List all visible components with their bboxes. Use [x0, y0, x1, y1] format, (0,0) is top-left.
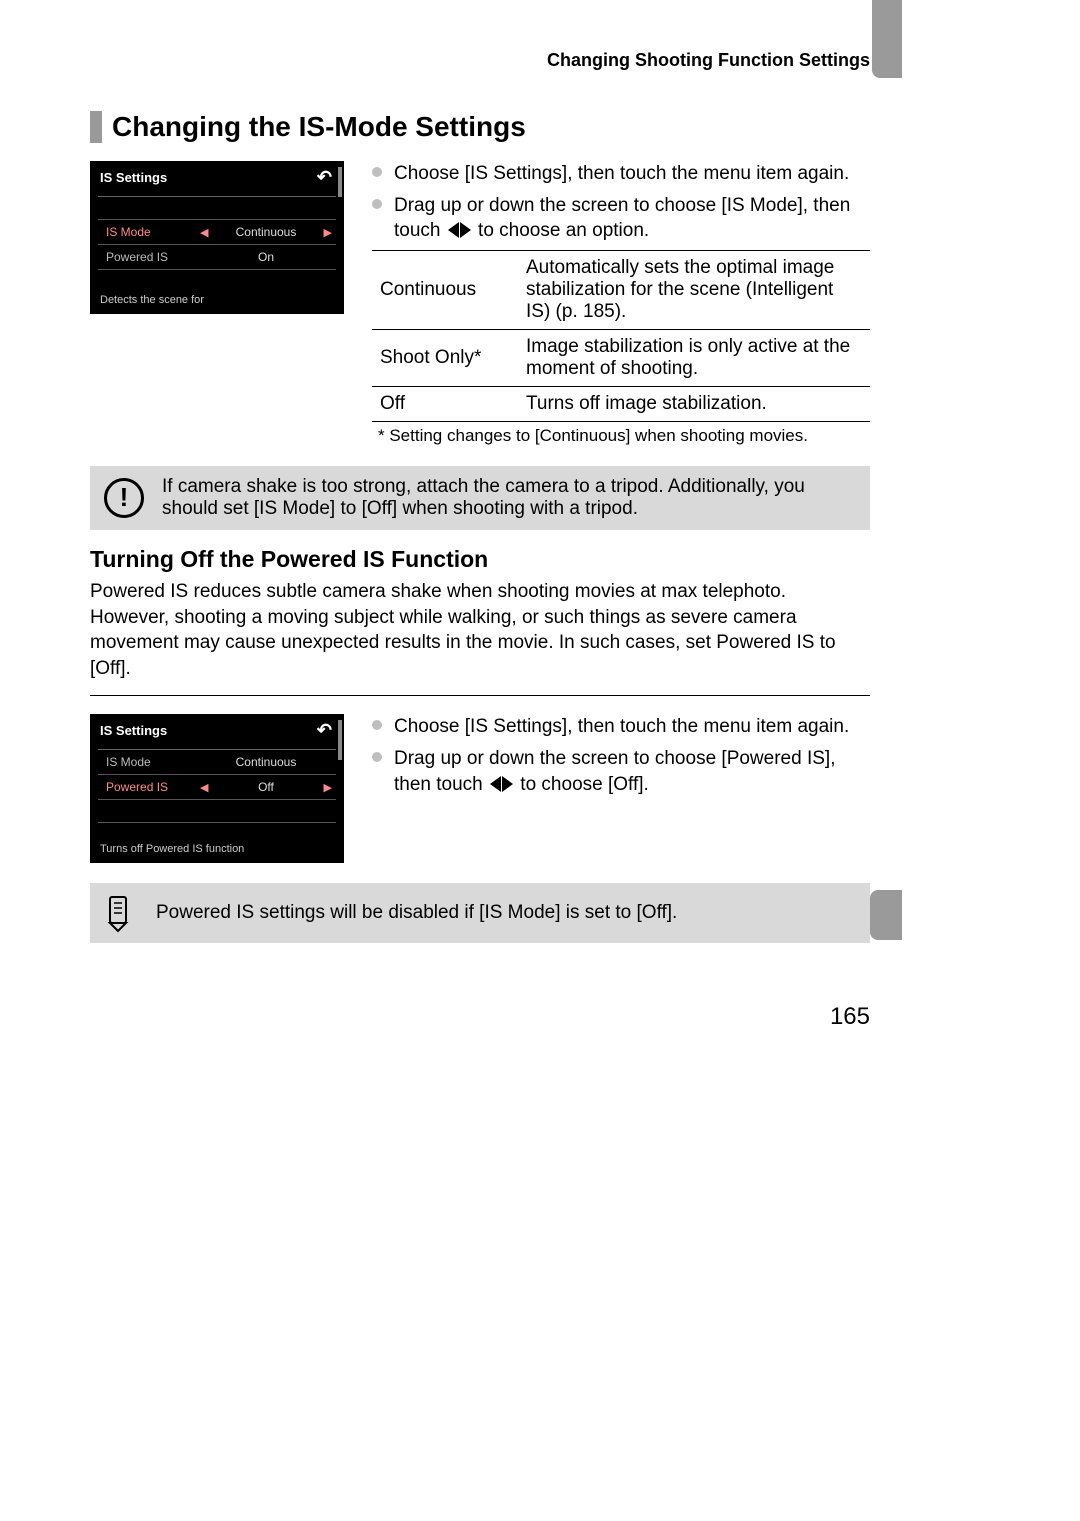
- instruction-list-2: Choose [IS Settings], then touch the men…: [372, 714, 870, 797]
- scroll-indicator: [338, 720, 342, 760]
- instruction-item: Choose [IS Settings], then touch the men…: [372, 161, 870, 187]
- page-number: 165: [90, 1003, 870, 1031]
- note-callout: Powered IS settings will be disabled if …: [90, 883, 870, 943]
- camera-menu-title: IS Settings: [100, 170, 167, 185]
- running-head: Changing Shooting Function Settings: [90, 50, 870, 71]
- divider: [90, 695, 870, 696]
- menu-row-powered-is: Powered IS ◀ Off ▶: [98, 775, 336, 800]
- left-right-arrow-icon: [490, 776, 513, 792]
- right-arrow-icon: ▶: [320, 226, 336, 239]
- camera-menu-desc: Turns off Powered IS function: [92, 833, 342, 857]
- menu-row-is-mode: IS Mode ◀ Continuous ▶: [98, 750, 336, 775]
- table-footnote: * Setting changes to [Continuous] when s…: [372, 422, 870, 446]
- is-mode-options-table: ContinuousAutomatically sets the optimal…: [372, 250, 870, 422]
- menu-row-powered-is: Powered IS ◀ On ▶: [98, 245, 336, 270]
- table-row: ContinuousAutomatically sets the optimal…: [372, 250, 870, 329]
- warning-text: If camera shake is too strong, attach th…: [162, 476, 856, 520]
- left-arrow-icon: ◀: [196, 226, 212, 239]
- manual-page: Changing Shooting Function Settings Chan…: [0, 0, 1080, 1091]
- warning-icon: !: [104, 478, 144, 518]
- instruction-item: Drag up or down the screen to choose [Po…: [372, 746, 870, 797]
- back-icon: ↶: [317, 720, 336, 741]
- menu-row-is-mode: IS Mode ◀ Continuous ▶: [98, 220, 336, 245]
- camera-menu-screenshot-1: IS Settings ↶ IS Mode ◀ Continuous ▶ Pow…: [90, 161, 344, 314]
- table-row: OffTurns off image stabilization.: [372, 386, 870, 421]
- scroll-indicator: [338, 167, 342, 197]
- right-arrow-icon: ▶: [320, 781, 336, 794]
- instruction-list-1: Choose [IS Settings], then touch the men…: [372, 161, 870, 244]
- pencil-icon: [104, 893, 138, 933]
- left-arrow-icon: ◀: [196, 781, 212, 794]
- back-icon: ↶: [317, 167, 336, 188]
- camera-menu-title: IS Settings: [100, 723, 167, 738]
- warning-callout: ! If camera shake is too strong, attach …: [90, 466, 870, 530]
- instruction-item: Drag up or down the screen to choose [IS…: [372, 193, 870, 244]
- subsection-title: Turning Off the Powered IS Function: [90, 546, 870, 573]
- section-title: Changing the IS-Mode Settings: [90, 111, 870, 143]
- camera-menu-screenshot-2: IS Settings ↶ IS Mode ◀ Continuous ▶ Pow…: [90, 714, 344, 863]
- left-right-arrow-icon: [448, 222, 471, 238]
- table-row: Shoot Only*Image stabilization is only a…: [372, 329, 870, 386]
- instruction-item: Choose [IS Settings], then touch the men…: [372, 714, 870, 740]
- note-text: Powered IS settings will be disabled if …: [156, 902, 677, 924]
- camera-menu-desc: Detects the scene for: [92, 284, 342, 308]
- subsection-body: Powered IS reduces subtle camera shake w…: [90, 579, 870, 682]
